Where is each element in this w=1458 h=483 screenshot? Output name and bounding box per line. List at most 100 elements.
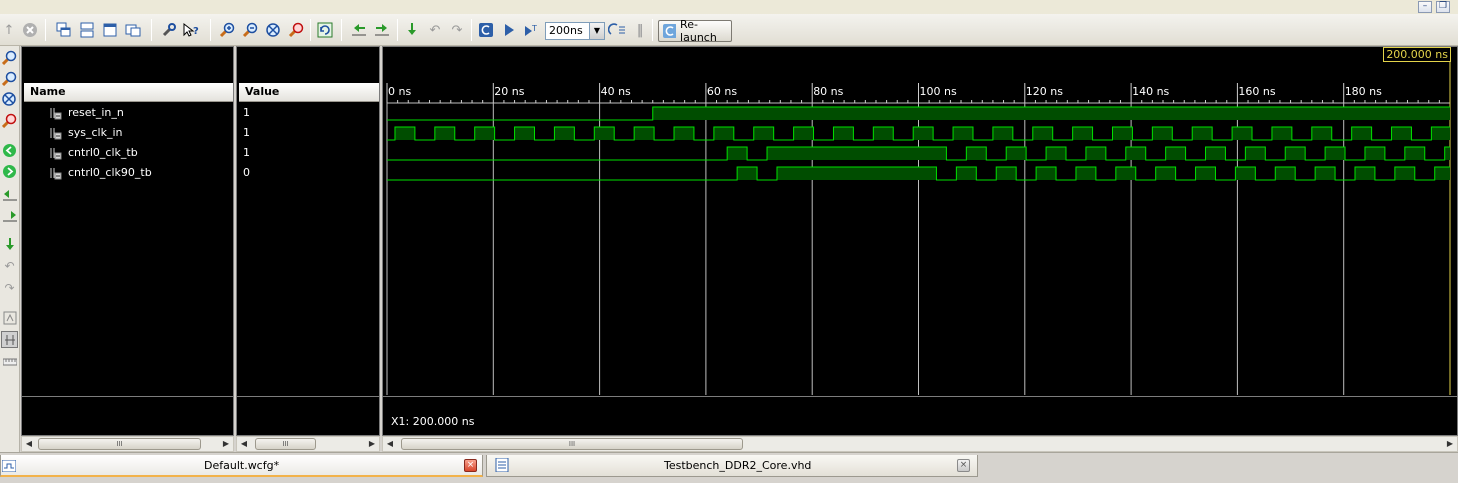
cascade-icon[interactable] <box>55 21 73 39</box>
scroll-right-icon[interactable]: ▶ <box>219 437 233 451</box>
ruler-icon[interactable] <box>1 353 18 370</box>
sys-clk-in-high <box>1232 127 1253 140</box>
zoom-to-cursor-icon[interactable] <box>287 21 305 39</box>
sys-clk-in-high <box>753 127 774 140</box>
step-icon[interactable] <box>1 236 18 253</box>
run-icon[interactable] <box>500 21 518 39</box>
zoom-fit-icon[interactable] <box>264 21 282 39</box>
refresh-icon[interactable] <box>316 21 334 39</box>
close-icon[interactable]: × <box>464 459 477 472</box>
go-to-start-icon[interactable] <box>350 21 368 39</box>
time-label: 60 ns <box>707 85 737 98</box>
swap-icon[interactable] <box>1 331 18 348</box>
sys-clk-in-high <box>713 127 734 140</box>
sys-clk-in-high <box>394 127 415 140</box>
previous-edge-icon[interactable] <box>1 142 18 159</box>
scroll-right-icon[interactable]: ▶ <box>1443 437 1457 451</box>
cntrl0-clk90-tb-high <box>1354 167 1375 180</box>
cntrl0-clk90-tb-high <box>1315 167 1336 180</box>
undo-icon[interactable]: ↶ <box>1 257 18 274</box>
scroll-right-icon[interactable]: ▶ <box>365 437 379 451</box>
zoom-out-icon[interactable] <box>241 21 259 39</box>
text-file-icon <box>495 458 509 472</box>
chevron-down-icon[interactable]: ▼ <box>589 23 604 39</box>
close-icon[interactable]: × <box>957 459 970 472</box>
run-for-time-icon[interactable]: T <box>523 21 541 39</box>
sys-clk-in-high <box>793 127 814 140</box>
cntrl0-clk-tb-high <box>727 147 748 160</box>
tile-vertical-icon[interactable] <box>101 21 119 39</box>
undo-icon[interactable]: ↶ <box>426 21 444 39</box>
go-to-end-icon[interactable] <box>1 207 18 224</box>
cntrl0-clk-tb-high <box>1404 147 1425 160</box>
scroll-thumb[interactable]: III <box>401 438 743 450</box>
sys-clk-in-high <box>594 127 615 140</box>
waveform-scrollbar[interactable]: ◀ III ▶ <box>382 436 1458 452</box>
wrench-icon[interactable] <box>160 21 178 39</box>
signal-icon <box>50 168 62 180</box>
tab-default-wcfg[interactable]: Default.wcfg* × <box>0 455 483 477</box>
sys-clk-in-high <box>1311 127 1332 140</box>
restart-icon[interactable] <box>477 21 495 39</box>
scroll-left-icon[interactable]: ◀ <box>22 437 36 451</box>
cntrl0-clk-tb-high <box>1046 147 1066 160</box>
waveform-pane[interactable]: 200.000 ns 0 ns 20 ns 40 ns 60 ns 80 ns 100 n… <box>382 46 1458 436</box>
value-pane-scrollbar[interactable]: ◀ III ▶ <box>236 436 380 452</box>
cntrl0-clk-tb-high <box>1325 147 1346 160</box>
zoom-in-icon[interactable] <box>1 49 18 66</box>
value-column-header[interactable]: Value <box>239 83 379 102</box>
go-to-end-icon[interactable] <box>373 21 391 39</box>
name-pane-scrollbar[interactable]: ◀ III ▶ <box>21 436 234 452</box>
zoom-in-icon[interactable] <box>218 21 236 39</box>
signal-row[interactable]: cntrl0_clk90_tb <box>22 163 233 183</box>
signal-name: reset_in_n <box>68 106 124 119</box>
snap-icon[interactable] <box>1 309 18 326</box>
cntrl0-clk-tb-high <box>1006 147 1027 160</box>
signal-name: cntrl0_clk90_tb <box>68 166 152 179</box>
scroll-left-icon[interactable]: ◀ <box>383 437 397 451</box>
run-time-select[interactable]: 200ns ▼ <box>545 22 605 40</box>
time-label: 140 ns <box>1132 85 1169 98</box>
context-help-icon[interactable]: ? <box>182 21 200 39</box>
zoom-to-cursor-icon[interactable] <box>1 112 18 129</box>
sys-clk-in-high <box>474 127 495 140</box>
sys-clk-in-high <box>634 127 655 140</box>
zoom-out-icon[interactable] <box>1 70 18 87</box>
cntrl0-clk-tb-high <box>1285 147 1306 160</box>
cntrl0-clk-tb-high <box>1085 147 1106 160</box>
scroll-thumb[interactable]: III <box>255 438 316 450</box>
tile-horizontal-icon[interactable] <box>78 21 96 39</box>
minimize-button[interactable]: – <box>1418 1 1432 13</box>
signal-row[interactable]: sys_clk_in <box>22 123 233 143</box>
cntrl0-clk90-tb-high <box>1394 167 1415 180</box>
restore-button[interactable]: ❐ <box>1436 1 1450 13</box>
redo-icon[interactable]: ↷ <box>448 21 466 39</box>
scroll-left-icon[interactable]: ◀ <box>237 437 251 451</box>
go-to-start-icon[interactable] <box>1 186 18 203</box>
zoom-fit-icon[interactable] <box>1 91 18 108</box>
step-icon[interactable] <box>403 21 421 39</box>
signal-row[interactable]: reset_in_n <box>22 103 233 123</box>
restore-windows-icon[interactable] <box>124 21 142 39</box>
simulator-window: – ❐ ↑ ? ↶ ↷ T 200ns ▼ ‖ Re-launch ↶ ↷ Na… <box>0 0 1458 483</box>
stop-icon[interactable] <box>21 21 39 39</box>
redo-icon[interactable]: ↷ <box>1 279 18 296</box>
toolbar: ↑ ? ↶ ↷ T 200ns ▼ ‖ Re-launch <box>0 14 1458 46</box>
step-over-icon[interactable] <box>608 21 626 39</box>
relaunch-button[interactable]: Re-launch <box>658 18 732 44</box>
signal-row[interactable]: cntrl0_clk_tb <box>22 143 233 163</box>
tab-testbench-vhd[interactable]: Testbench_DDR2_Core.vhd × <box>486 455 978 477</box>
tab-label: Testbench_DDR2_Core.vhd <box>664 459 812 472</box>
cntrl0-clk-tb-high <box>1125 147 1146 160</box>
sys-clk-in-high <box>953 127 973 140</box>
sys-clk-in-high <box>1431 127 1450 140</box>
signal-name-pane: Name reset_in_n sys_clk_in cntrl0_clk_tbcn… <box>21 46 234 436</box>
next-edge-icon[interactable] <box>1 163 18 180</box>
back-arrow-icon[interactable]: ↑ <box>0 21 18 39</box>
name-column-header[interactable]: Name <box>24 83 233 102</box>
sys-clk-in-high <box>1391 127 1412 140</box>
scroll-thumb[interactable]: III <box>38 438 201 450</box>
waveform-canvas[interactable]: 0 ns 20 ns 40 ns 60 ns 80 ns 100 ns 120 ns 140 … <box>383 47 1457 397</box>
pause-icon[interactable]: ‖ <box>631 21 649 39</box>
tab-label: Default.wcfg* <box>204 459 280 472</box>
